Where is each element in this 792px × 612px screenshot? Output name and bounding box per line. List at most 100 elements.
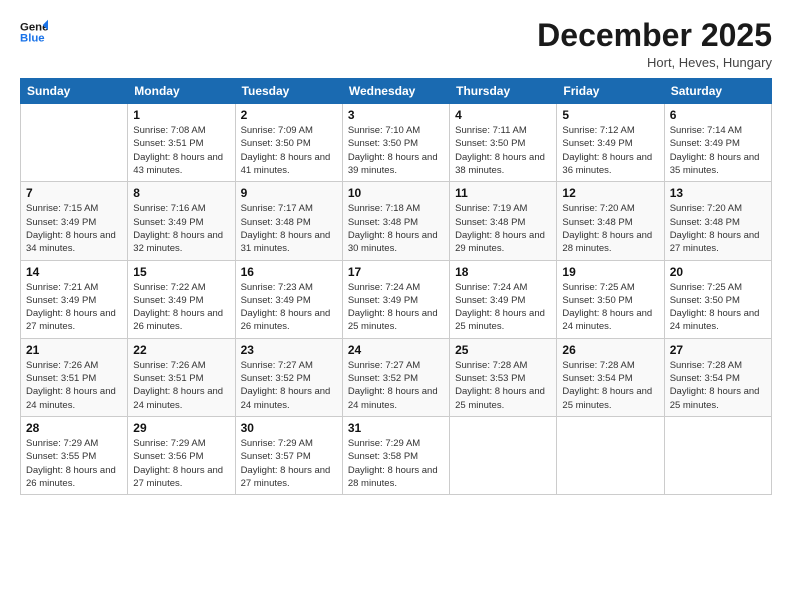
svg-text:General: General — [20, 21, 48, 33]
daylight-text: Daylight: 8 hours and 32 minutes. — [133, 230, 223, 254]
daylight-text: Daylight: 8 hours and 24 minutes. — [241, 386, 331, 410]
daylight-text: Daylight: 8 hours and 24 minutes. — [26, 386, 116, 410]
daylight-text: Daylight: 8 hours and 28 minutes. — [562, 230, 652, 254]
daylight-text: Daylight: 8 hours and 28 minutes. — [348, 465, 438, 489]
daylight-text: Daylight: 8 hours and 29 minutes. — [455, 230, 545, 254]
day-number: 5 — [562, 108, 658, 122]
cell-w1-d7: 6 Sunrise: 7:14 AM Sunset: 3:49 PM Dayli… — [664, 104, 771, 182]
sunset-text: Sunset: 3:48 PM — [455, 217, 525, 228]
sunrise-text: Sunrise: 7:18 AM — [348, 203, 420, 214]
cell-w2-d4: 10 Sunrise: 7:18 AM Sunset: 3:48 PM Dayl… — [342, 182, 449, 260]
day-number: 23 — [241, 343, 337, 357]
cell-w1-d2: 1 Sunrise: 7:08 AM Sunset: 3:51 PM Dayli… — [128, 104, 235, 182]
day-number: 31 — [348, 421, 444, 435]
daylight-text: Daylight: 8 hours and 26 minutes. — [26, 465, 116, 489]
sunset-text: Sunset: 3:49 PM — [133, 217, 203, 228]
day-number: 21 — [26, 343, 122, 357]
daylight-text: Daylight: 8 hours and 41 minutes. — [241, 152, 331, 176]
daylight-text: Daylight: 8 hours and 38 minutes. — [455, 152, 545, 176]
day-number: 15 — [133, 265, 229, 279]
daylight-text: Daylight: 8 hours and 24 minutes. — [133, 386, 223, 410]
header-friday: Friday — [557, 79, 664, 104]
sunrise-text: Sunrise: 7:28 AM — [670, 360, 742, 371]
sunrise-text: Sunrise: 7:20 AM — [670, 203, 742, 214]
sunrise-text: Sunrise: 7:28 AM — [455, 360, 527, 371]
sunset-text: Sunset: 3:54 PM — [670, 373, 740, 384]
daylight-text: Daylight: 8 hours and 25 minutes. — [455, 308, 545, 332]
week-row-4: 21 Sunrise: 7:26 AM Sunset: 3:51 PM Dayl… — [21, 338, 772, 416]
day-number: 14 — [26, 265, 122, 279]
daylight-text: Daylight: 8 hours and 34 minutes. — [26, 230, 116, 254]
sunset-text: Sunset: 3:51 PM — [133, 138, 203, 149]
sunset-text: Sunset: 3:57 PM — [241, 451, 311, 462]
sunrise-text: Sunrise: 7:29 AM — [133, 438, 205, 449]
header-monday: Monday — [128, 79, 235, 104]
sunset-text: Sunset: 3:49 PM — [26, 295, 96, 306]
week-row-3: 14 Sunrise: 7:21 AM Sunset: 3:49 PM Dayl… — [21, 260, 772, 338]
sunset-text: Sunset: 3:50 PM — [348, 138, 418, 149]
sunrise-text: Sunrise: 7:10 AM — [348, 125, 420, 136]
day-number: 20 — [670, 265, 766, 279]
sunset-text: Sunset: 3:49 PM — [670, 138, 740, 149]
daylight-text: Daylight: 8 hours and 24 minutes. — [348, 386, 438, 410]
sunset-text: Sunset: 3:48 PM — [348, 217, 418, 228]
daylight-text: Daylight: 8 hours and 27 minutes. — [26, 308, 116, 332]
daylight-text: Daylight: 8 hours and 26 minutes. — [241, 308, 331, 332]
sunrise-text: Sunrise: 7:29 AM — [26, 438, 98, 449]
sunrise-text: Sunrise: 7:26 AM — [133, 360, 205, 371]
cell-w1-d6: 5 Sunrise: 7:12 AM Sunset: 3:49 PM Dayli… — [557, 104, 664, 182]
page: General Blue December 2025 Hort, Heves, … — [0, 0, 792, 612]
cell-w5-d1: 28 Sunrise: 7:29 AM Sunset: 3:55 PM Dayl… — [21, 416, 128, 494]
sunrise-text: Sunrise: 7:16 AM — [133, 203, 205, 214]
day-number: 17 — [348, 265, 444, 279]
daylight-text: Daylight: 8 hours and 30 minutes. — [348, 230, 438, 254]
daylight-text: Daylight: 8 hours and 25 minutes. — [670, 386, 760, 410]
day-number: 9 — [241, 186, 337, 200]
sunrise-text: Sunrise: 7:28 AM — [562, 360, 634, 371]
title-block: December 2025 Hort, Heves, Hungary — [537, 18, 772, 70]
daylight-text: Daylight: 8 hours and 27 minutes. — [670, 230, 760, 254]
cell-w4-d6: 26 Sunrise: 7:28 AM Sunset: 3:54 PM Dayl… — [557, 338, 664, 416]
header-sunday: Sunday — [21, 79, 128, 104]
location-subtitle: Hort, Heves, Hungary — [537, 55, 772, 70]
cell-w4-d3: 23 Sunrise: 7:27 AM Sunset: 3:52 PM Dayl… — [235, 338, 342, 416]
daylight-text: Daylight: 8 hours and 25 minutes. — [348, 308, 438, 332]
cell-w5-d7 — [664, 416, 771, 494]
day-number: 2 — [241, 108, 337, 122]
sunrise-text: Sunrise: 7:08 AM — [133, 125, 205, 136]
logo: General Blue — [20, 18, 48, 46]
day-number: 25 — [455, 343, 551, 357]
sunrise-text: Sunrise: 7:27 AM — [348, 360, 420, 371]
daylight-text: Daylight: 8 hours and 39 minutes. — [348, 152, 438, 176]
sunset-text: Sunset: 3:53 PM — [455, 373, 525, 384]
sunset-text: Sunset: 3:51 PM — [133, 373, 203, 384]
day-number: 12 — [562, 186, 658, 200]
cell-w4-d4: 24 Sunrise: 7:27 AM Sunset: 3:52 PM Dayl… — [342, 338, 449, 416]
day-number: 28 — [26, 421, 122, 435]
day-number: 30 — [241, 421, 337, 435]
day-number: 3 — [348, 108, 444, 122]
sunset-text: Sunset: 3:58 PM — [348, 451, 418, 462]
day-number: 16 — [241, 265, 337, 279]
cell-w5-d5 — [450, 416, 557, 494]
daylight-text: Daylight: 8 hours and 25 minutes. — [455, 386, 545, 410]
day-number: 19 — [562, 265, 658, 279]
cell-w3-d1: 14 Sunrise: 7:21 AM Sunset: 3:49 PM Dayl… — [21, 260, 128, 338]
sunset-text: Sunset: 3:55 PM — [26, 451, 96, 462]
cell-w1-d1 — [21, 104, 128, 182]
sunset-text: Sunset: 3:48 PM — [670, 217, 740, 228]
calendar-table: Sunday Monday Tuesday Wednesday Thursday… — [20, 78, 772, 495]
day-number: 6 — [670, 108, 766, 122]
sunrise-text: Sunrise: 7:12 AM — [562, 125, 634, 136]
day-number: 22 — [133, 343, 229, 357]
cell-w3-d7: 20 Sunrise: 7:25 AM Sunset: 3:50 PM Dayl… — [664, 260, 771, 338]
cell-w2-d5: 11 Sunrise: 7:19 AM Sunset: 3:48 PM Dayl… — [450, 182, 557, 260]
sunrise-text: Sunrise: 7:19 AM — [455, 203, 527, 214]
cell-w2-d3: 9 Sunrise: 7:17 AM Sunset: 3:48 PM Dayli… — [235, 182, 342, 260]
header-tuesday: Tuesday — [235, 79, 342, 104]
sunrise-text: Sunrise: 7:27 AM — [241, 360, 313, 371]
sunset-text: Sunset: 3:48 PM — [241, 217, 311, 228]
sunrise-text: Sunrise: 7:24 AM — [455, 282, 527, 293]
daylight-text: Daylight: 8 hours and 31 minutes. — [241, 230, 331, 254]
daylight-text: Daylight: 8 hours and 26 minutes. — [133, 308, 223, 332]
